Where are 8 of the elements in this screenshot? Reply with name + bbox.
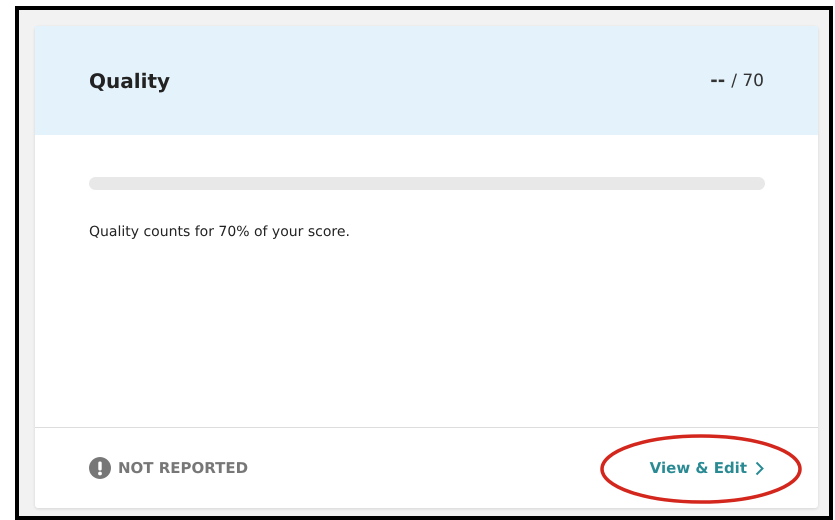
alert-icon	[89, 457, 111, 479]
chevron-right-icon	[755, 460, 764, 476]
view-edit-link[interactable]: View & Edit	[650, 459, 764, 477]
score-max: / 70	[731, 71, 764, 91]
card-title: Quality	[89, 68, 170, 92]
status-label: NOT REPORTED	[118, 459, 248, 477]
score-value: --	[710, 70, 726, 91]
description-text: Quality counts for 70% of your score.	[89, 224, 351, 240]
